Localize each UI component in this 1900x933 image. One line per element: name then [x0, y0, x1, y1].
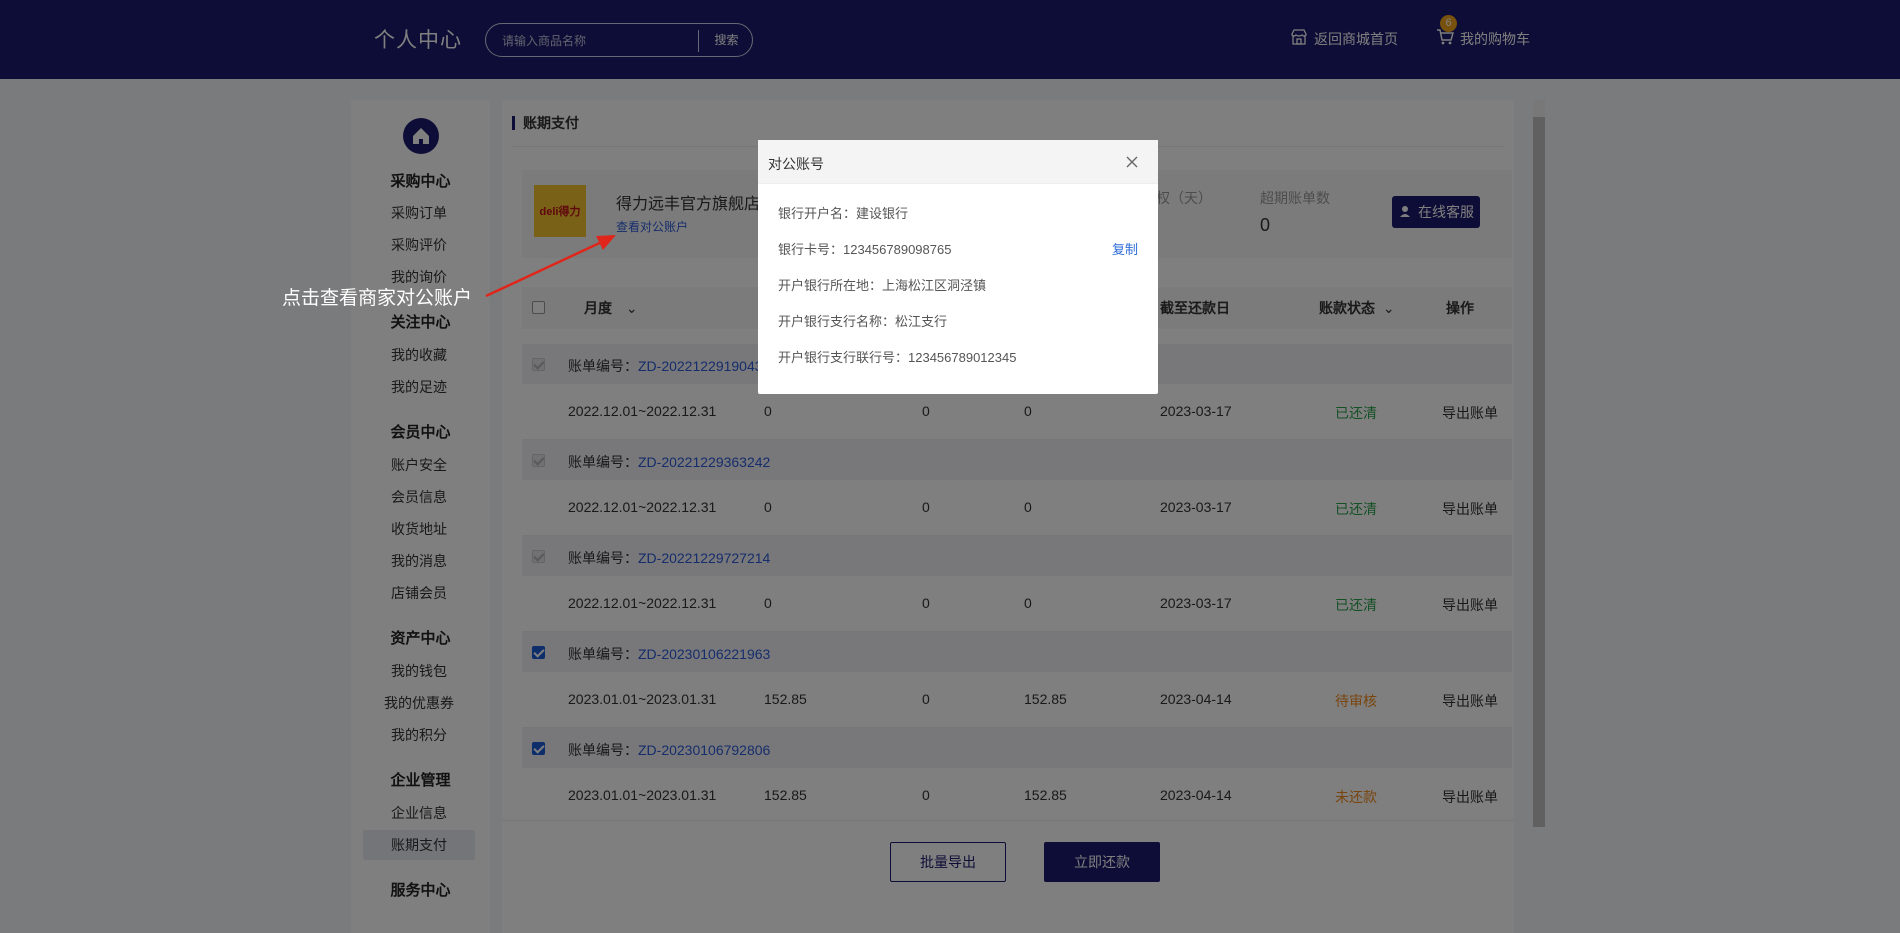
modal-header: 对公账号	[758, 140, 1158, 184]
bank-account-name: 银行开户名：建设银行	[778, 206, 909, 221]
modal-title: 对公账号	[768, 156, 824, 172]
bank-card-number: 银行卡号：123456789098765	[778, 242, 952, 257]
close-icon[interactable]	[1124, 154, 1140, 170]
annotation-text: 点击查看商家对公账户	[282, 287, 473, 309]
bank-location: 开户银行所在地：上海松江区洞泾镇	[778, 278, 987, 293]
copy-button[interactable]: 复制	[1112, 239, 1138, 258]
bank-branch-code: 开户银行支行联行号：123456789012345	[778, 350, 1017, 365]
public-account-modal: 对公账号 银行开户名：建设银行 银行卡号：123456789098765 复制 …	[758, 140, 1158, 394]
bank-branch-name: 开户银行支行名称：松江支行	[778, 314, 948, 329]
